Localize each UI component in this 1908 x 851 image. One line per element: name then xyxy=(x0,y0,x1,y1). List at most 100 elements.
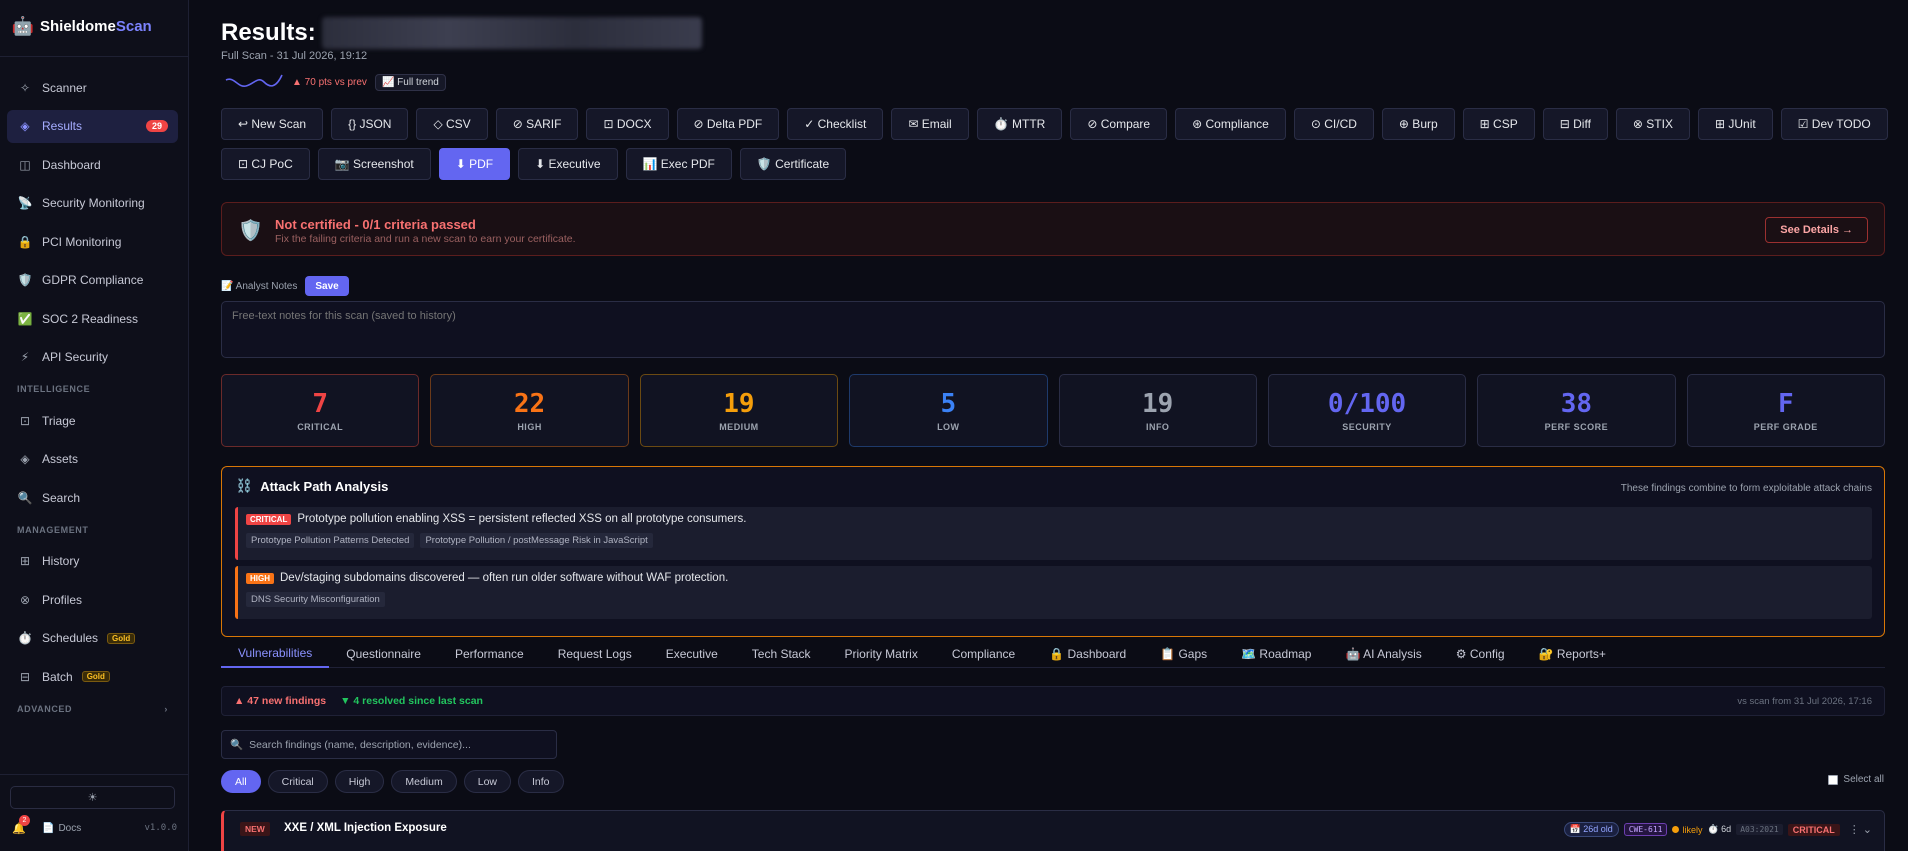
sidebar-item-results[interactable]: ◈ Results 29 xyxy=(7,109,178,143)
mttr-button[interactable]: ⏱️ MTTR xyxy=(976,108,1063,140)
exec-pdf-button[interactable]: 📊 Exec PDF xyxy=(625,148,732,180)
diff-button[interactable]: ⊟ Diff xyxy=(1542,108,1608,140)
tab-vulnerabilities[interactable]: Vulnerabilities xyxy=(221,640,330,668)
tab-priority-matrix[interactable]: Priority Matrix xyxy=(827,640,934,668)
sidebar-item-api-security[interactable]: ⚡ API Security xyxy=(7,341,178,374)
attack-path-title: Attack Path Analysis xyxy=(260,478,389,494)
tab-gaps[interactable]: 📋 Gaps xyxy=(1143,640,1224,668)
docs-link[interactable]: 📄 Docs xyxy=(42,823,81,834)
sidebar-item-batch[interactable]: ⊟ Batch Gold xyxy=(7,660,178,693)
sidebar-item-soc-2-readiness[interactable]: ✅ SOC 2 Readiness xyxy=(7,302,178,335)
sarif-button[interactable]: ⊘ SARIF xyxy=(495,108,579,140)
csp-button[interactable]: ⊞ CSP xyxy=(1462,108,1535,140)
new-scan-button[interactable]: ↩ New Scan xyxy=(221,108,324,140)
screenshot-button[interactable]: 📷 Screenshot xyxy=(317,148,431,180)
stat-card-perf-score[interactable]: 38 PERF SCORE xyxy=(1477,374,1676,447)
tab-dashboard[interactable]: 🔒 Dashboard xyxy=(1032,640,1143,668)
sidebar-item-profiles[interactable]: ⊗ Profiles xyxy=(7,583,178,616)
sidebar-item-triage[interactable]: ⊡ Triage xyxy=(7,404,178,437)
finding-row[interactable]: NEW XXE / XML Injection Exposure 📅 26d o… xyxy=(221,810,1885,851)
sidebar-footer: 🔔 2 📄 Docs v1.0.0 xyxy=(12,814,177,837)
owasp-badge: A03:2021 xyxy=(1736,824,1783,835)
search-input[interactable]: Search findings (name, description, evid… xyxy=(249,739,471,751)
attack-chain[interactable]: CRITICAL Prototype pollution enabling XS… xyxy=(235,507,1872,560)
sidebar: 🤖 ShieldomeScan ✧ Scanner ◈ Results 29 ◫ Dashb… xyxy=(0,0,189,851)
brand[interactable]: 🤖 ShieldomeScan xyxy=(12,14,152,38)
stat-card-perf-grade[interactable]: F PERF GRADE xyxy=(1686,374,1885,447)
tab-request-logs[interactable]: Request Logs xyxy=(541,640,649,668)
tab-ai-analysis[interactable]: 🤖 AI Analysis xyxy=(1328,640,1438,668)
cj-poc-button[interactable]: ⊡ CJ PoC xyxy=(221,148,310,180)
pdf-button[interactable]: ⬇ PDF xyxy=(438,148,511,180)
sidebar-item-schedules[interactable]: ⏱️ Schedules Gold xyxy=(7,622,178,655)
tab-roadmap[interactable]: 🗺️ Roadmap xyxy=(1224,640,1328,668)
stat-card-medium[interactable]: 19 MEDIUM xyxy=(639,374,839,447)
csv-button[interactable]: ◇ CSV xyxy=(416,108,488,140)
analyst-notes-input[interactable] xyxy=(221,301,1885,358)
tab-reports[interactable]: 🔐 Reports+ xyxy=(1522,640,1623,668)
executive-button[interactable]: ⬇ Executive xyxy=(518,148,618,180)
stat-card-high[interactable]: 22 HIGH xyxy=(430,374,629,447)
findings-search[interactable]: 🔍 Search findings (name, description, ev… xyxy=(221,730,557,759)
filter-medium[interactable]: Medium xyxy=(391,770,457,793)
stat-card-security[interactable]: 0/100 SECURITY xyxy=(1267,374,1467,447)
sidebar-item-search[interactable]: 🔍 Search xyxy=(7,481,178,514)
junit-button[interactable]: ⊞ JUnit xyxy=(1697,108,1773,140)
stix-button[interactable]: ⊗ STIX xyxy=(1615,108,1690,140)
delta-pdf-button[interactable]: ⊘ Delta PDF xyxy=(676,108,780,140)
docx-button[interactable]: ⊡ DOCX xyxy=(586,108,669,140)
sidebar-item-scanner[interactable]: ✧ Scanner xyxy=(7,71,178,104)
compliance-button[interactable]: ⊛ Compliance xyxy=(1175,108,1286,140)
attack-chain[interactable]: HIGH Dev/staging subdomains discovered —… xyxy=(235,566,1872,619)
select-all-control[interactable]: Select all xyxy=(1828,774,1884,785)
ci-cd-button[interactable]: ⊙ CI/CD xyxy=(1293,108,1374,140)
more-options-button[interactable]: ⋮ ⌄ xyxy=(1849,823,1872,836)
json-button[interactable]: {} JSON xyxy=(331,108,409,140)
full-trend-button[interactable]: 📈 Full trend xyxy=(374,73,446,91)
tab-performance[interactable]: Performance xyxy=(438,640,541,668)
cwe-badge[interactable]: CWE-611 xyxy=(1623,823,1668,836)
sidebar-item-history[interactable]: ⊞ History xyxy=(7,545,178,578)
save-notes-button[interactable]: Save xyxy=(305,276,349,296)
email-button[interactable]: ✉ Email xyxy=(891,108,969,140)
theme-toggle-button[interactable]: ☀ xyxy=(10,786,175,809)
tab-compliance[interactable]: Compliance xyxy=(935,640,1032,668)
notification-count: 2 xyxy=(19,814,30,826)
sidebar-item-label: GDPR Compliance xyxy=(42,273,144,287)
app-version: v1.0.0 xyxy=(144,823,177,833)
sidebar-item-dashboard[interactable]: ◫ Dashboard xyxy=(7,148,178,181)
sidebar-item-security-monitoring[interactable]: 📡 Security Monitoring xyxy=(7,187,178,220)
sidebar-item-pci-monitoring[interactable]: 🔒 PCI Monitoring xyxy=(7,225,178,258)
scanner-icon: ✧ xyxy=(19,80,31,95)
tab-questionnaire[interactable]: Questionnaire xyxy=(329,640,438,668)
stat-label: INFO xyxy=(1145,422,1170,432)
stat-card-low[interactable]: 5 LOW xyxy=(849,374,1048,447)
assets-icon: ◈ xyxy=(20,452,30,466)
checklist-button[interactable]: ✓ Checklist xyxy=(787,108,884,140)
tab-tech-stack[interactable]: Tech Stack xyxy=(735,640,828,668)
sidebar-item-gdpr-compliance[interactable]: 🛡️ GDPR Compliance xyxy=(7,264,178,297)
filter-all[interactable]: All xyxy=(221,770,261,793)
tab-config[interactable]: ⚙ Config xyxy=(1439,640,1522,668)
tab-executive[interactable]: Executive xyxy=(649,640,735,668)
sidebar-item-assets[interactable]: ◈ Assets xyxy=(7,443,178,476)
filter-low[interactable]: Low xyxy=(463,770,511,793)
filter-high[interactable]: High xyxy=(334,770,385,793)
see-details-button[interactable]: See Details → xyxy=(1765,217,1868,243)
stat-card-critical[interactable]: 7 CRITICAL xyxy=(221,374,420,447)
select-all-checkbox[interactable] xyxy=(1828,774,1839,785)
compare-button[interactable]: ⊘ Compare xyxy=(1070,108,1168,140)
sidebar-item-label: Security Monitoring xyxy=(42,196,145,210)
dev-todo-button[interactable]: ☑ Dev TODO xyxy=(1780,108,1888,140)
filter-critical[interactable]: Critical xyxy=(267,770,328,793)
stat-value: 5 xyxy=(940,389,957,419)
sidebar-item-label: Scanner xyxy=(42,80,87,95)
schedules-icon: ⏱️ xyxy=(17,631,33,645)
certificate-button[interactable]: 🛡️ Certificate xyxy=(739,148,847,180)
burp-button[interactable]: ⊕ Burp xyxy=(1381,108,1455,140)
filter-info[interactable]: Info xyxy=(518,770,564,793)
title-row: Results: xyxy=(221,16,702,50)
section-advanced[interactable]: ADVANCED › xyxy=(7,699,178,719)
stat-card-info[interactable]: 19 INFO xyxy=(1058,374,1257,447)
notifications-button[interactable]: 🔔 2 xyxy=(12,814,30,835)
